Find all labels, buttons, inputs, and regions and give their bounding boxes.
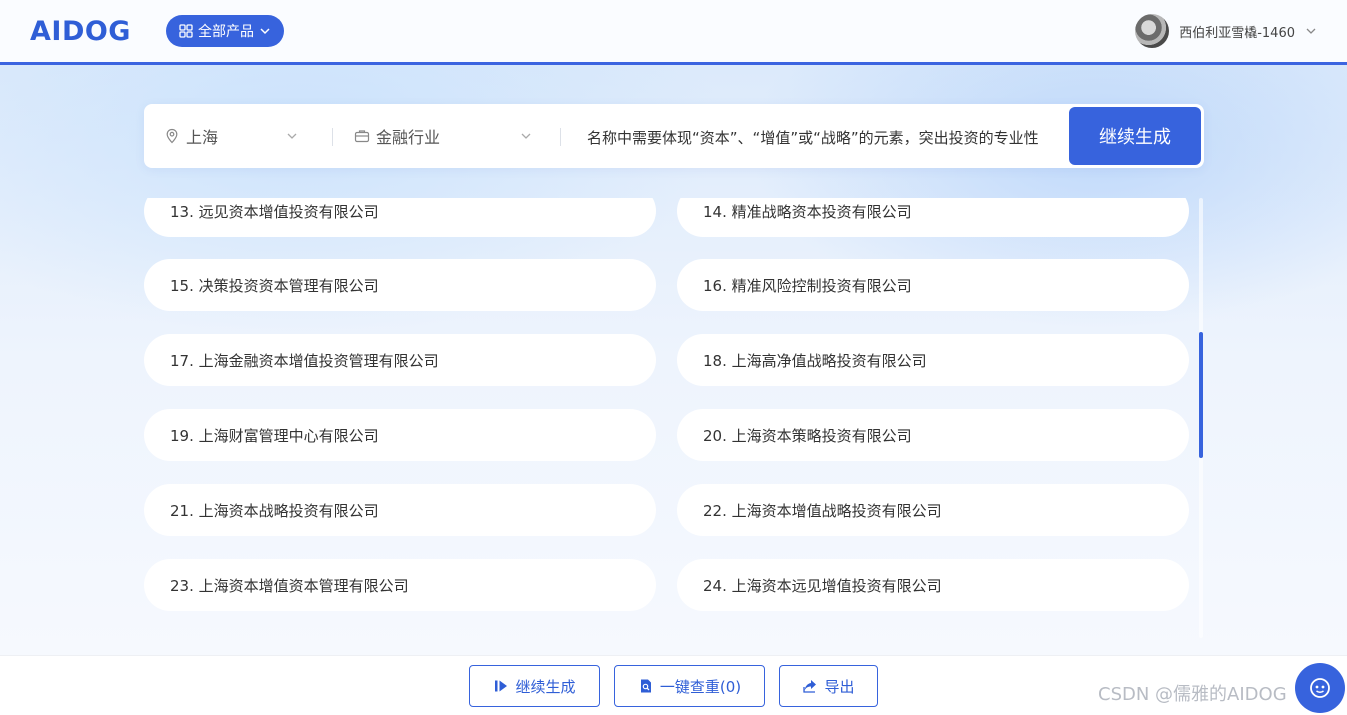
list-item[interactable]: 16. 精准风险控制投资有限公司 [677, 259, 1189, 311]
watermark: CSDN @儒雅的AIDOG [1098, 684, 1287, 705]
location-pin-icon [164, 128, 180, 144]
location-value: 上海 [186, 128, 219, 147]
list-item[interactable]: 22. 上海资本增值战略投资有限公司 [677, 484, 1189, 536]
briefcase-icon [354, 128, 370, 144]
search-bar: 上海 金融行业 继续生成 [144, 104, 1204, 168]
chevron-down-icon [1306, 28, 1316, 34]
chevron-down-icon [286, 130, 298, 142]
list-item[interactable]: 18. 上海高净值战略投资有限公司 [677, 334, 1189, 386]
list-item[interactable]: 13. 远见资本增值投资有限公司 [144, 198, 656, 237]
continue-generate-button[interactable]: 继续生成 [1069, 107, 1201, 165]
chevron-down-icon [260, 28, 270, 35]
continue-generate-footer-button[interactable]: 继续生成 [469, 665, 600, 707]
industry-select[interactable]: 金融行业 [354, 104, 544, 168]
search-document-icon [640, 679, 651, 693]
select-divider [332, 128, 333, 146]
check-duplicates-button[interactable]: 一键查重(0) [614, 665, 765, 707]
chevron-down-icon [520, 130, 532, 142]
location-select[interactable]: 上海 [164, 104, 334, 168]
list-item[interactable]: 15. 决策投资资本管理有限公司 [144, 259, 656, 311]
results-list[interactable]: 13. 远见资本增值投资有限公司 14. 精准战略资本投资有限公司 15. 决策… [144, 198, 1204, 638]
play-icon [495, 680, 508, 692]
list-item[interactable]: 19. 上海财富管理中心有限公司 [144, 409, 656, 461]
assistant-float-button[interactable] [1295, 663, 1345, 713]
list-item[interactable]: 20. 上海资本策略投资有限公司 [677, 409, 1189, 461]
logo-text: AIDOG [30, 15, 131, 47]
aidog-logo[interactable]: AIDOG [30, 14, 131, 48]
list-item[interactable]: 17. 上海金融资本增值投资管理有限公司 [144, 334, 656, 386]
list-item[interactable]: 14. 精准战略资本投资有限公司 [677, 198, 1189, 237]
chat-bot-icon [1310, 678, 1330, 698]
all-products-label: 全部产品 [198, 24, 254, 40]
user-name: 西伯利亚雪橇-1460 [1179, 25, 1295, 41]
industry-value: 金融行业 [376, 128, 441, 147]
scrollbar-thumb[interactable] [1199, 332, 1203, 458]
all-products-button[interactable]: 全部产品 [166, 15, 284, 47]
prompt-input[interactable] [587, 124, 1057, 150]
user-menu[interactable]: 西伯利亚雪橇-1460 [1135, 14, 1317, 48]
continue-generate-footer-label: 继续生成 [515, 677, 576, 696]
list-item[interactable]: 23. 上海资本增值资本管理有限公司 [144, 559, 656, 611]
avatar [1135, 14, 1170, 48]
grid-icon [179, 24, 193, 38]
share-export-icon [803, 680, 817, 693]
select-divider [560, 128, 561, 146]
top-header: AIDOG 全部产品 西伯利亚雪橇-1460 [0, 0, 1347, 62]
export-label: 导出 [824, 677, 855, 696]
list-item[interactable]: 21. 上海资本战略投资有限公司 [144, 484, 656, 536]
export-button[interactable]: 导出 [779, 665, 878, 707]
list-item[interactable]: 24. 上海资本远见增值投资有限公司 [677, 559, 1189, 611]
check-duplicates-label: 一键查重(0) [659, 677, 742, 696]
